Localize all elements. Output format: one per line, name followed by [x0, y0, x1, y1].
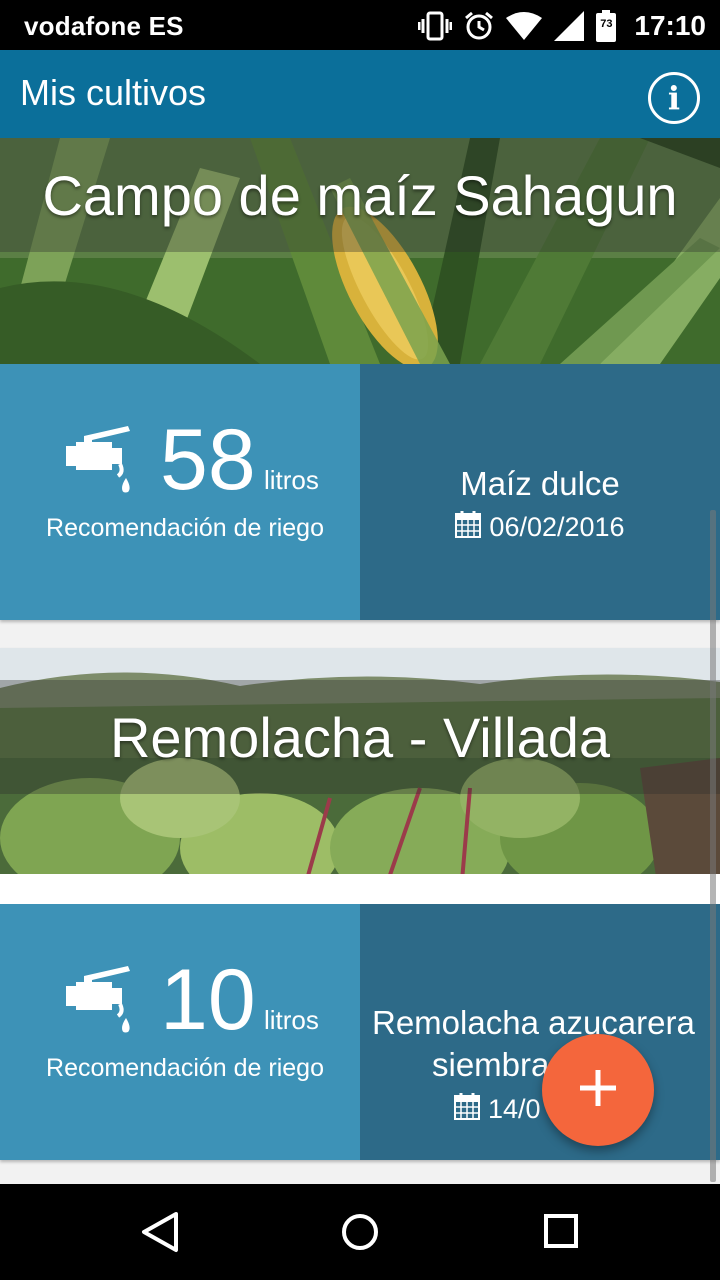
navigation-bar	[0, 1184, 720, 1280]
crop-name: Maíz dulce	[460, 465, 620, 502]
sowing-date-value: 06/02/2016	[489, 512, 625, 542]
liters-value: 58	[160, 412, 256, 508]
recents-icon[interactable]	[542, 1210, 582, 1259]
recommendation-label: Recomendación de riego	[46, 1054, 324, 1082]
app-bar: Mis cultivos i	[0, 50, 720, 138]
crop-list[interactable]: Campo de maíz Sahagun 58 litros Recomend…	[0, 138, 720, 1184]
recommendation-label: Recomendación de riego	[46, 514, 324, 542]
back-icon[interactable]	[140, 1210, 180, 1259]
crop-panel: Maíz dulce 06/02/2016	[360, 364, 720, 620]
crop-photo: Remolacha - Villada	[0, 648, 720, 874]
crop-photo: Campo de maíz Sahagun	[0, 138, 720, 364]
card-info: 58 litros Recomendación de riego Maíz du…	[0, 364, 720, 620]
irrigation-panel: 58 litros Recomendación de riego	[0, 364, 360, 620]
liters-unit: litros	[264, 465, 319, 495]
clock: 17:10	[634, 10, 706, 41]
battery-icon: 73	[596, 10, 617, 42]
home-icon[interactable]	[340, 1210, 380, 1259]
status-icons: 73 17:10	[418, 8, 706, 44]
liters-unit: litros	[264, 1005, 319, 1035]
vibrate-icon	[418, 11, 453, 41]
page-title: Mis cultivos	[20, 72, 207, 113]
scrollbar[interactable]	[710, 510, 716, 1182]
info-icon: i	[667, 79, 681, 117]
liters-value: 10	[160, 952, 256, 1048]
wifi-icon	[506, 12, 543, 40]
faucet-icon	[62, 424, 138, 501]
add-crop-button[interactable]	[542, 1034, 654, 1146]
calendar-icon	[454, 1092, 480, 1127]
sowing-date-value: 14/0	[488, 1094, 541, 1124]
crop-card[interactable]: Campo de maíz Sahagun 58 litros Recomend…	[0, 138, 720, 620]
battery-level: 73	[600, 18, 613, 30]
calendar-icon	[455, 510, 482, 545]
alarm-icon	[464, 11, 494, 41]
card-title-band: Campo de maíz Sahagun	[0, 138, 720, 252]
irrigation-panel: 10 litros Recomendación de riego	[0, 904, 360, 1160]
signal-icon	[554, 11, 585, 41]
crop-panel: Remolacha azucarera siembra 14/0	[360, 904, 720, 1160]
sowing-date: 06/02/2016	[360, 510, 720, 545]
info-button[interactable]: i	[648, 72, 700, 124]
faucet-icon	[62, 964, 138, 1041]
card-title: Remolacha - Villada	[109, 705, 611, 769]
card-title-band: Remolacha - Villada	[0, 680, 720, 794]
card-title: Campo de maíz Sahagun	[42, 163, 678, 227]
plus-icon	[578, 1068, 618, 1113]
crop-name: Remolacha azucarera	[372, 1004, 695, 1041]
sowing-date: 14/0	[454, 1092, 541, 1127]
carrier-name: vodafone ES	[24, 11, 184, 41]
status-bar: vodafone ES 73 17:10	[0, 0, 720, 50]
